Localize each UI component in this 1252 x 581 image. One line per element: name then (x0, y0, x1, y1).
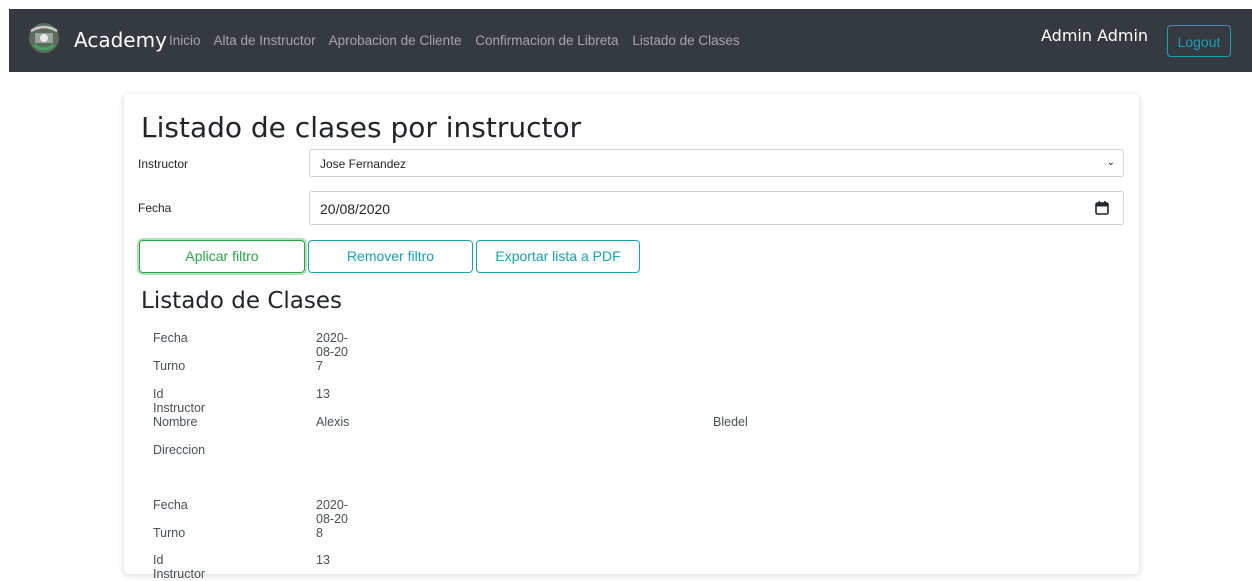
fecha-date-value: 20/08/2020 (320, 201, 391, 217)
field-label: Turno (153, 526, 186, 540)
nav-link-aprobacion-cliente[interactable]: Aprobacion de Cliente (329, 33, 462, 48)
calendar-icon[interactable] (1095, 201, 1109, 215)
field-value: 7 (316, 359, 323, 373)
field-value: 2020-08-20 (316, 498, 348, 526)
field-label: Turno (153, 359, 186, 373)
nav-link-alta-instructor[interactable]: Alta de Instructor (214, 33, 316, 48)
fecha-date-input[interactable]: 20/08/2020 (309, 191, 1124, 225)
field-label: Id Instructor (153, 553, 206, 581)
apply-filter-button[interactable]: Aplicar filtro (139, 240, 305, 273)
nav-link-listado-clases[interactable]: Listado de Clases (632, 33, 739, 48)
field-value: 8 (316, 526, 323, 540)
field-label: Fecha (153, 331, 188, 345)
fecha-label: Fecha (138, 201, 172, 215)
navbar: Academy Inicio Alta de Instructor Aproba… (9, 9, 1252, 72)
user-name: Admin Admin (1041, 26, 1149, 45)
nav-links: Inicio Alta de Instructor Aprobacion de … (169, 33, 750, 48)
field-value: 2020-08-20 (316, 331, 348, 359)
instructor-label: Instructor (138, 157, 189, 171)
nav-link-confirmacion-libreta[interactable]: Confirmacion de Libreta (475, 33, 618, 48)
logout-button[interactable]: Logout (1167, 25, 1231, 57)
class-list-title: Listado de Clases (141, 288, 343, 314)
instructor-select-value: Jose Fernandez (320, 157, 407, 171)
academy-logo-icon[interactable] (27, 21, 61, 55)
field-value-apellido: Bledel (713, 415, 748, 429)
export-pdf-button[interactable]: Exportar lista a PDF (476, 240, 640, 273)
field-label: Fecha (153, 498, 188, 512)
field-value: 13 (316, 387, 330, 401)
field-label: Direccion (153, 443, 206, 457)
remove-filter-button[interactable]: Remover filtro (308, 240, 473, 273)
field-label: Id Instructor (153, 387, 206, 415)
field-value: 13 (316, 553, 330, 567)
nav-link-inicio[interactable]: Inicio (169, 33, 201, 48)
instructor-select[interactable]: Jose Fernandez ⌄ (309, 149, 1124, 177)
chevron-down-icon: ⌄ (1106, 157, 1115, 168)
brand-name[interactable]: Academy (74, 28, 167, 52)
page-title: Listado de clases por instructor (141, 111, 582, 144)
field-value: Alexis (316, 415, 350, 429)
field-label: Nombre (153, 415, 198, 429)
